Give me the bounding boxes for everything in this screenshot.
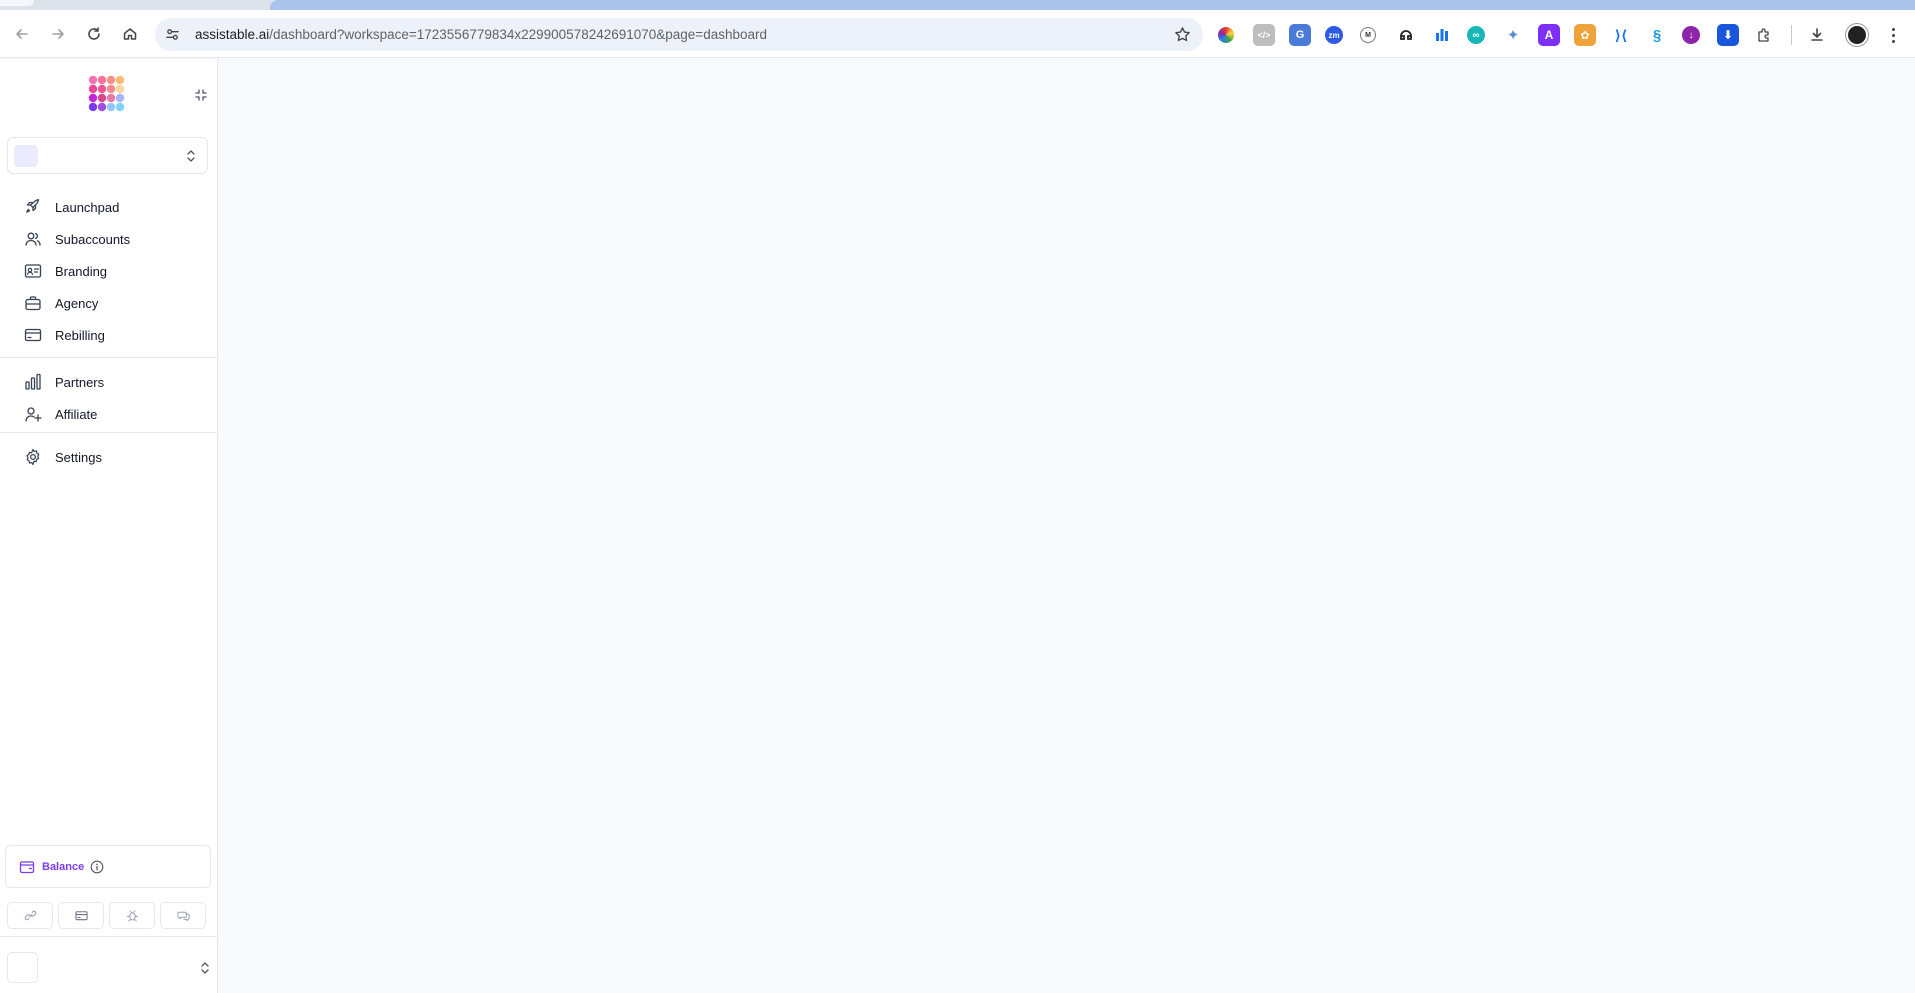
sidebar-divider <box>0 357 218 358</box>
settings-nav: Settings <box>0 441 218 473</box>
sidebar-item-affiliate[interactable]: Affiliate <box>0 398 218 430</box>
download-purple-extension-icon[interactable]: ↓ <box>1682 26 1700 44</box>
collapse-sidebar-icon[interactable] <box>194 88 208 102</box>
extensions-puzzle-icon[interactable] <box>1753 24 1775 46</box>
sidebar-item-subaccounts[interactable]: Subaccounts <box>0 223 218 255</box>
vscode-extension-icon[interactable]: ⟩⟨ <box>1610 24 1632 46</box>
code-extension-icon[interactable]: </> <box>1253 24 1275 46</box>
balance-label: Balance <box>42 860 85 873</box>
briefcase-icon <box>25 296 41 311</box>
arrow-right-icon <box>52 28 64 39</box>
info-icon[interactable] <box>90 860 104 874</box>
sidebar-item-label: Branding <box>55 263 108 279</box>
s-extension-icon[interactable]: § <box>1646 24 1668 46</box>
home-button[interactable] <box>116 20 144 48</box>
sidebar-item-label: Rebilling <box>55 327 105 343</box>
puzzle-icon <box>1758 28 1769 42</box>
a-extension-icon[interactable]: A <box>1538 24 1560 46</box>
reload-icon <box>88 26 100 40</box>
sidebar-item-label: Affiliate <box>55 406 98 422</box>
app-root: Launchpad Subaccounts Branding Agency Re… <box>0 59 1915 993</box>
balance-card[interactable]: Balance <box>5 845 211 888</box>
sidebar-item-label: Launchpad <box>55 199 120 215</box>
browser-menu-button[interactable] <box>1884 24 1902 46</box>
bug-icon <box>126 910 138 922</box>
circles-extension-icon[interactable]: ✿ <box>1574 24 1596 46</box>
arrow-left-icon <box>16 28 28 39</box>
star-icon[interactable] <box>1174 26 1191 43</box>
back-button[interactable] <box>8 20 36 48</box>
sidebar-item-branding[interactable]: Branding <box>0 255 218 287</box>
sidebar-divider <box>0 432 218 433</box>
primary-nav: Launchpad Subaccounts Branding Agency Re… <box>0 191 218 351</box>
quick-actions <box>7 902 206 929</box>
headset-icon <box>1400 30 1412 40</box>
url-host: assistable.ai <box>195 27 270 42</box>
assistable-logo[interactable] <box>88 75 126 113</box>
sidebar-item-label: Settings <box>55 449 102 465</box>
color-wheel-extension-icon[interactable] <box>1218 27 1234 43</box>
extensions-bar: </> G zm M ∞ ✦ A ✿ ⟩⟨ § ↓ ⬇ <box>1218 23 1902 47</box>
bar-grid-icon <box>1436 29 1448 41</box>
puzzle-blue-extension-icon[interactable]: ✦ <box>1502 24 1524 46</box>
grid-extension-icon[interactable] <box>1431 24 1453 46</box>
forward-button[interactable] <box>44 20 72 48</box>
toolbar-separator <box>1791 25 1792 45</box>
browser-tab-active[interactable] <box>270 0 1915 10</box>
profile-avatar[interactable] <box>1846 24 1868 46</box>
secondary-nav: Partners Affiliate <box>0 366 218 430</box>
sidebar-item-partners[interactable]: Partners <box>0 366 218 398</box>
browser-toolbar: assistable.ai/dashboard?workspace=172355… <box>0 10 1915 58</box>
infinity-extension-icon[interactable]: ∞ <box>1467 26 1485 44</box>
avatar <box>7 952 38 983</box>
gear-icon <box>26 448 40 466</box>
users-icon <box>25 232 41 246</box>
chevron-up-down-icon <box>201 962 209 974</box>
sidebar-item-rebilling[interactable]: Rebilling <box>0 319 218 351</box>
headset-extension-icon[interactable] <box>1395 24 1417 46</box>
sidebar-item-agency[interactable]: Agency <box>0 287 218 319</box>
main-content <box>218 59 1915 993</box>
download-icon <box>1811 28 1823 41</box>
bar-chart-icon <box>25 373 41 390</box>
card-icon <box>74 911 88 921</box>
browser-tabstrip <box>0 0 1915 10</box>
chevron-up-down-icon <box>187 150 195 162</box>
wallet-icon <box>19 860 35 873</box>
link-button[interactable] <box>7 902 53 929</box>
url-path: /dashboard?workspace=1723556779834x22990… <box>269 27 767 42</box>
sidebar-divider <box>0 936 218 937</box>
address-url[interactable]: assistable.ai/dashboard?workspace=172355… <box>195 27 767 42</box>
sidebar-item-settings[interactable]: Settings <box>0 441 218 473</box>
browser-tab-inactive[interactable] <box>0 0 34 6</box>
link-icon <box>24 910 36 921</box>
site-info-button[interactable] <box>159 22 185 48</box>
reload-button[interactable] <box>80 20 108 48</box>
address-bar[interactable]: assistable.ai/dashboard?workspace=172355… <box>155 18 1203 51</box>
download-blue-extension-icon[interactable]: ⬇ <box>1717 24 1739 46</box>
sidebar-item-label: Partners <box>55 374 105 390</box>
sidebar-item-label: Subaccounts <box>55 231 131 247</box>
chat-bubbles-icon <box>176 911 190 922</box>
billing-button[interactable] <box>58 902 104 929</box>
user-menu[interactable] <box>7 952 211 984</box>
bug-report-button[interactable] <box>109 902 155 929</box>
rocket-icon <box>26 199 40 213</box>
m-extension-icon[interactable]: M <box>1360 27 1376 43</box>
user-plus-icon <box>25 407 42 422</box>
zoom-extension-icon[interactable]: zm <box>1325 26 1343 44</box>
id-card-icon <box>24 264 42 278</box>
sidebar-item-label: Agency <box>55 295 99 311</box>
sidebar-item-launchpad[interactable]: Launchpad <box>0 191 218 223</box>
downloads-button[interactable] <box>1806 24 1828 46</box>
credit-card-icon <box>24 328 42 342</box>
workspace-swatch <box>14 145 38 167</box>
tune-icon <box>165 29 179 40</box>
support-chat-button[interactable] <box>160 902 206 929</box>
sidebar: Launchpad Subaccounts Branding Agency Re… <box>0 59 218 993</box>
home-icon <box>123 27 137 40</box>
workspace-selector[interactable] <box>7 137 208 174</box>
translate-extension-icon[interactable]: G <box>1289 24 1311 46</box>
